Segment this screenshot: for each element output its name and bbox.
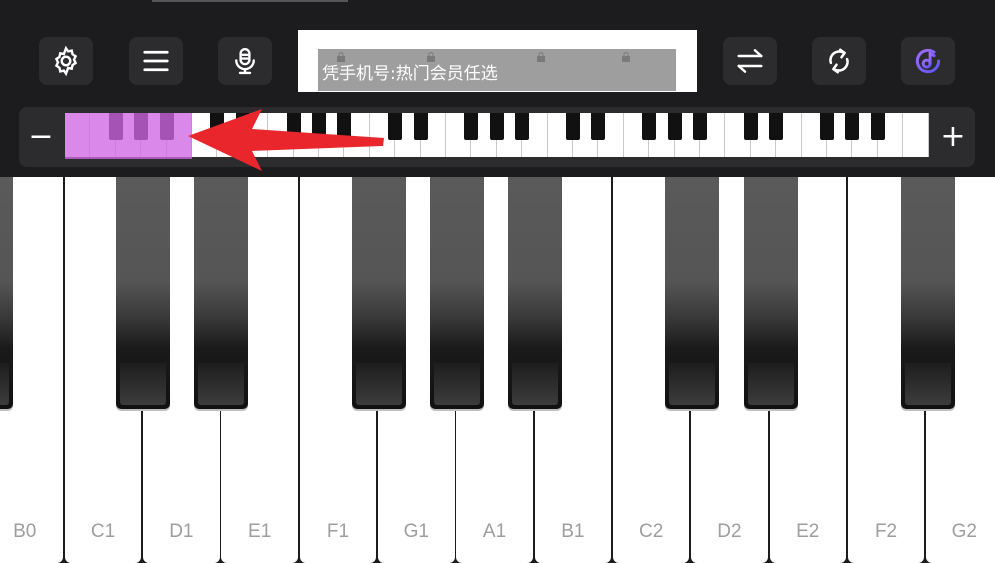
mini-black-key — [566, 113, 580, 140]
black-key-f-sharp-1[interactable] — [352, 177, 406, 409]
red-arrow-annotation — [188, 109, 384, 171]
key-label: E1 — [248, 521, 272, 542]
key-label: G1 — [403, 521, 429, 542]
mini-black-key — [743, 113, 758, 140]
key-label: A1 — [482, 521, 507, 542]
mini-black-key — [413, 113, 428, 140]
mini-black-key — [489, 113, 504, 140]
key-label: F1 — [326, 521, 350, 542]
key-label: C2 — [638, 521, 664, 542]
mini-black-key — [769, 113, 784, 140]
mini-black-key — [693, 113, 707, 140]
black-key-a-sharp-1[interactable] — [508, 177, 562, 409]
key-label: B0 — [13, 521, 37, 542]
music-note-icon — [915, 48, 941, 74]
visible-range-selector[interactable] — [65, 113, 192, 159]
key-label: C1 — [90, 521, 116, 542]
lock-icon — [622, 52, 630, 62]
key-label: F2 — [874, 521, 898, 542]
ad-banner[interactable]: 凭手机号:热门会员任选 — [298, 30, 697, 92]
ad-banner-text: 凭手机号:热门会员任选 — [322, 64, 498, 84]
key-label: B1 — [561, 521, 585, 542]
mini-white-key — [903, 113, 929, 157]
key-label: E2 — [796, 521, 820, 542]
status-line — [152, 0, 348, 2]
menu-button[interactable] — [129, 37, 183, 85]
ad-banner-image: 凭手机号:热门会员任选 — [318, 49, 676, 91]
black-key-c-sharp-1[interactable] — [116, 177, 170, 409]
key-label: D2 — [717, 521, 742, 542]
zoom-out-button[interactable]: − — [19, 107, 63, 167]
gear-icon — [54, 45, 78, 77]
main-keyboard: B0 C1 D1 E1 F1 G1 A1 B1 C2 D2 E2 F2 G2 — [0, 177, 995, 563]
refresh-icon — [829, 48, 849, 74]
microphone-icon — [235, 47, 255, 75]
mini-black-key — [870, 113, 885, 140]
mini-black-key — [388, 113, 403, 140]
toolbar: 凭手机号:热门会员任选 — [0, 0, 995, 100]
swap-button[interactable] — [723, 37, 777, 85]
zoom-in-button[interactable]: + — [931, 107, 975, 167]
mini-black-key — [515, 113, 530, 140]
lock-icon — [537, 52, 545, 62]
song-button[interactable] — [901, 37, 955, 85]
black-key-f-sharp-2[interactable] — [901, 177, 955, 409]
swap-arrows-icon — [737, 49, 763, 73]
mini-black-key — [667, 113, 682, 140]
mini-black-key — [642, 113, 657, 140]
sync-button[interactable] — [812, 37, 866, 85]
black-key-c-sharp-2[interactable] — [665, 177, 719, 409]
record-button[interactable] — [218, 37, 272, 85]
black-key-a-sharp-0[interactable] — [0, 177, 13, 409]
settings-button[interactable] — [39, 37, 93, 85]
key-label: G2 — [951, 521, 978, 542]
mini-black-key — [591, 113, 606, 140]
black-key-g-sharp-1[interactable] — [430, 177, 484, 409]
black-key-d-sharp-1[interactable] — [194, 177, 248, 409]
mini-black-key — [845, 113, 860, 140]
hamburger-icon — [143, 50, 169, 72]
black-key-d-sharp-2[interactable] — [744, 177, 798, 409]
mini-black-key — [820, 113, 834, 140]
key-label: D1 — [169, 521, 194, 542]
mini-black-key — [464, 113, 479, 140]
